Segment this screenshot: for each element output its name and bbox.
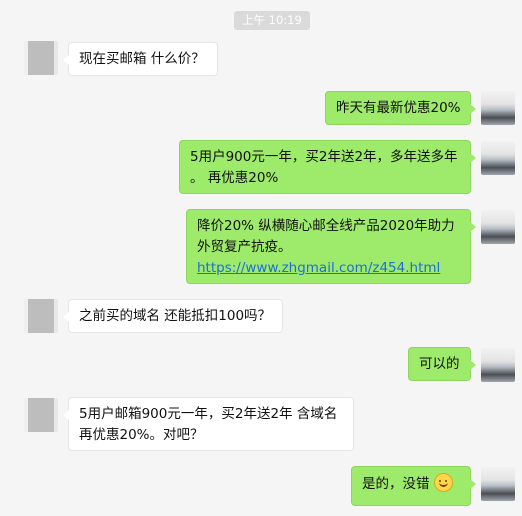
my-avatar[interactable] (481, 348, 515, 382)
my-avatar[interactable] (481, 467, 515, 501)
message-text: 可以的 (419, 356, 460, 372)
message-text: 是的，没错 (362, 473, 460, 495)
contact-avatar[interactable] (24, 398, 58, 432)
message-text: 之前买的域名 还能抵扣100吗？ (79, 308, 272, 324)
message-text: 。 再优惠20% (190, 170, 279, 186)
message-bubble-incoming[interactable]: 现在买邮箱 什么价？ (63, 42, 218, 76)
my-avatar[interactable] (481, 210, 515, 244)
message-bubble-incoming[interactable]: 5用户邮箱900元一年，买2年送2年 含域名 再优惠20%。对吧？ (63, 397, 354, 451)
message-bubble-incoming[interactable]: 之前买的域名 还能抵扣100吗？ (63, 299, 283, 333)
message-bubble-outgoing[interactable]: 是的，没错 (351, 466, 476, 506)
message-bubble-outgoing[interactable]: 降价20% 纵横随心邮全线产品2020年助力 外贸复产抗疫。 https://w… (186, 209, 476, 284)
message-bubble-outgoing[interactable]: 昨天有最新优惠20% (325, 91, 476, 125)
my-avatar[interactable] (481, 141, 515, 175)
contact-avatar[interactable] (24, 41, 58, 75)
my-avatar[interactable] (481, 91, 515, 125)
message-text: 降价20% 纵横随心邮全线产品2020年助力 (197, 218, 455, 234)
smiling-face-icon (433, 473, 453, 492)
message-text: 现在买邮箱 什么价？ (79, 51, 205, 67)
message-text: 昨天有最新优惠20% (336, 100, 461, 116)
message-bubble-outgoing[interactable]: 5用户900元一年，买2年送2年，多年送多年 。 再优惠20% (179, 140, 476, 194)
message-bubble-outgoing[interactable]: 可以的 (408, 347, 476, 381)
message-text: 5用户邮箱900元一年，买2年送2年 含域名 (79, 406, 338, 422)
message-text-content: 是的，没错 (362, 476, 430, 492)
message-text: 外贸复产抗疫。 (197, 239, 292, 255)
timestamp: 上午 10:19 (234, 11, 310, 30)
contact-avatar[interactable] (24, 299, 58, 333)
message-text: 再优惠20%。对吧？ (79, 427, 204, 443)
message-link[interactable]: https://www.zhgmail.com/z454.html (197, 258, 460, 279)
message-text: 5用户900元一年，买2年送2年，多年送多年 (190, 149, 458, 165)
